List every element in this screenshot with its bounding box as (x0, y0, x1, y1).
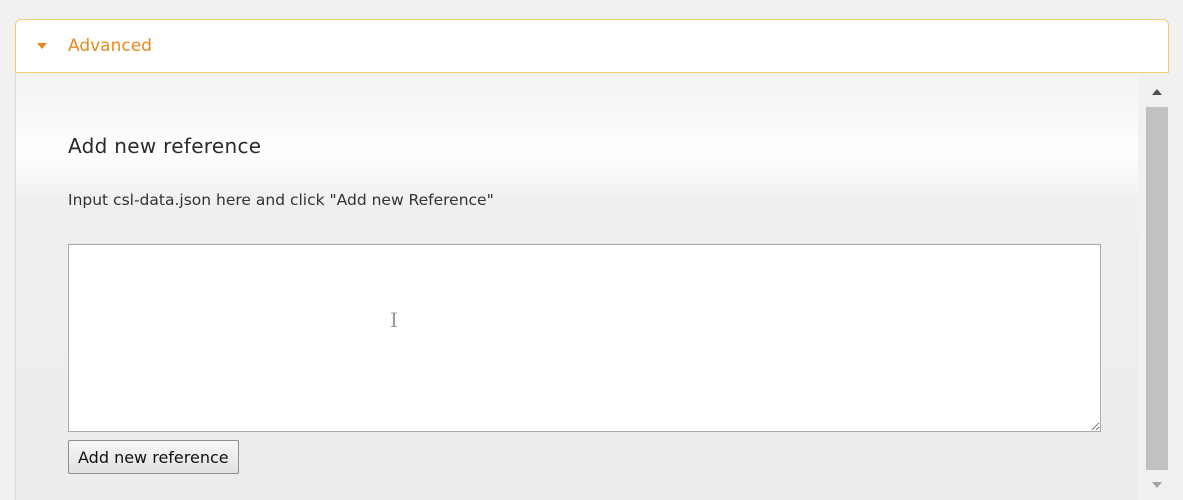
scrollbar-thumb[interactable] (1146, 107, 1168, 470)
add-new-reference-button[interactable]: Add new reference (68, 440, 239, 474)
advanced-panel-content: Add new reference Input csl-data.json he… (15, 73, 1138, 500)
advanced-panel: Advanced Add new reference Input csl-dat… (0, 0, 1183, 500)
section-title: Add new reference (68, 134, 262, 158)
scroll-down-arrow-icon[interactable] (1152, 482, 1162, 488)
section-description: Input csl-data.json here and click "Add … (68, 191, 494, 209)
csl-json-input[interactable] (68, 244, 1101, 432)
accordion-title[interactable]: Advanced (68, 35, 152, 57)
vertical-scrollbar[interactable] (1146, 80, 1168, 500)
scroll-up-arrow-icon[interactable] (1152, 89, 1162, 95)
caret-down-icon[interactable] (37, 43, 47, 49)
advanced-accordion-header[interactable]: Advanced (15, 19, 1169, 73)
